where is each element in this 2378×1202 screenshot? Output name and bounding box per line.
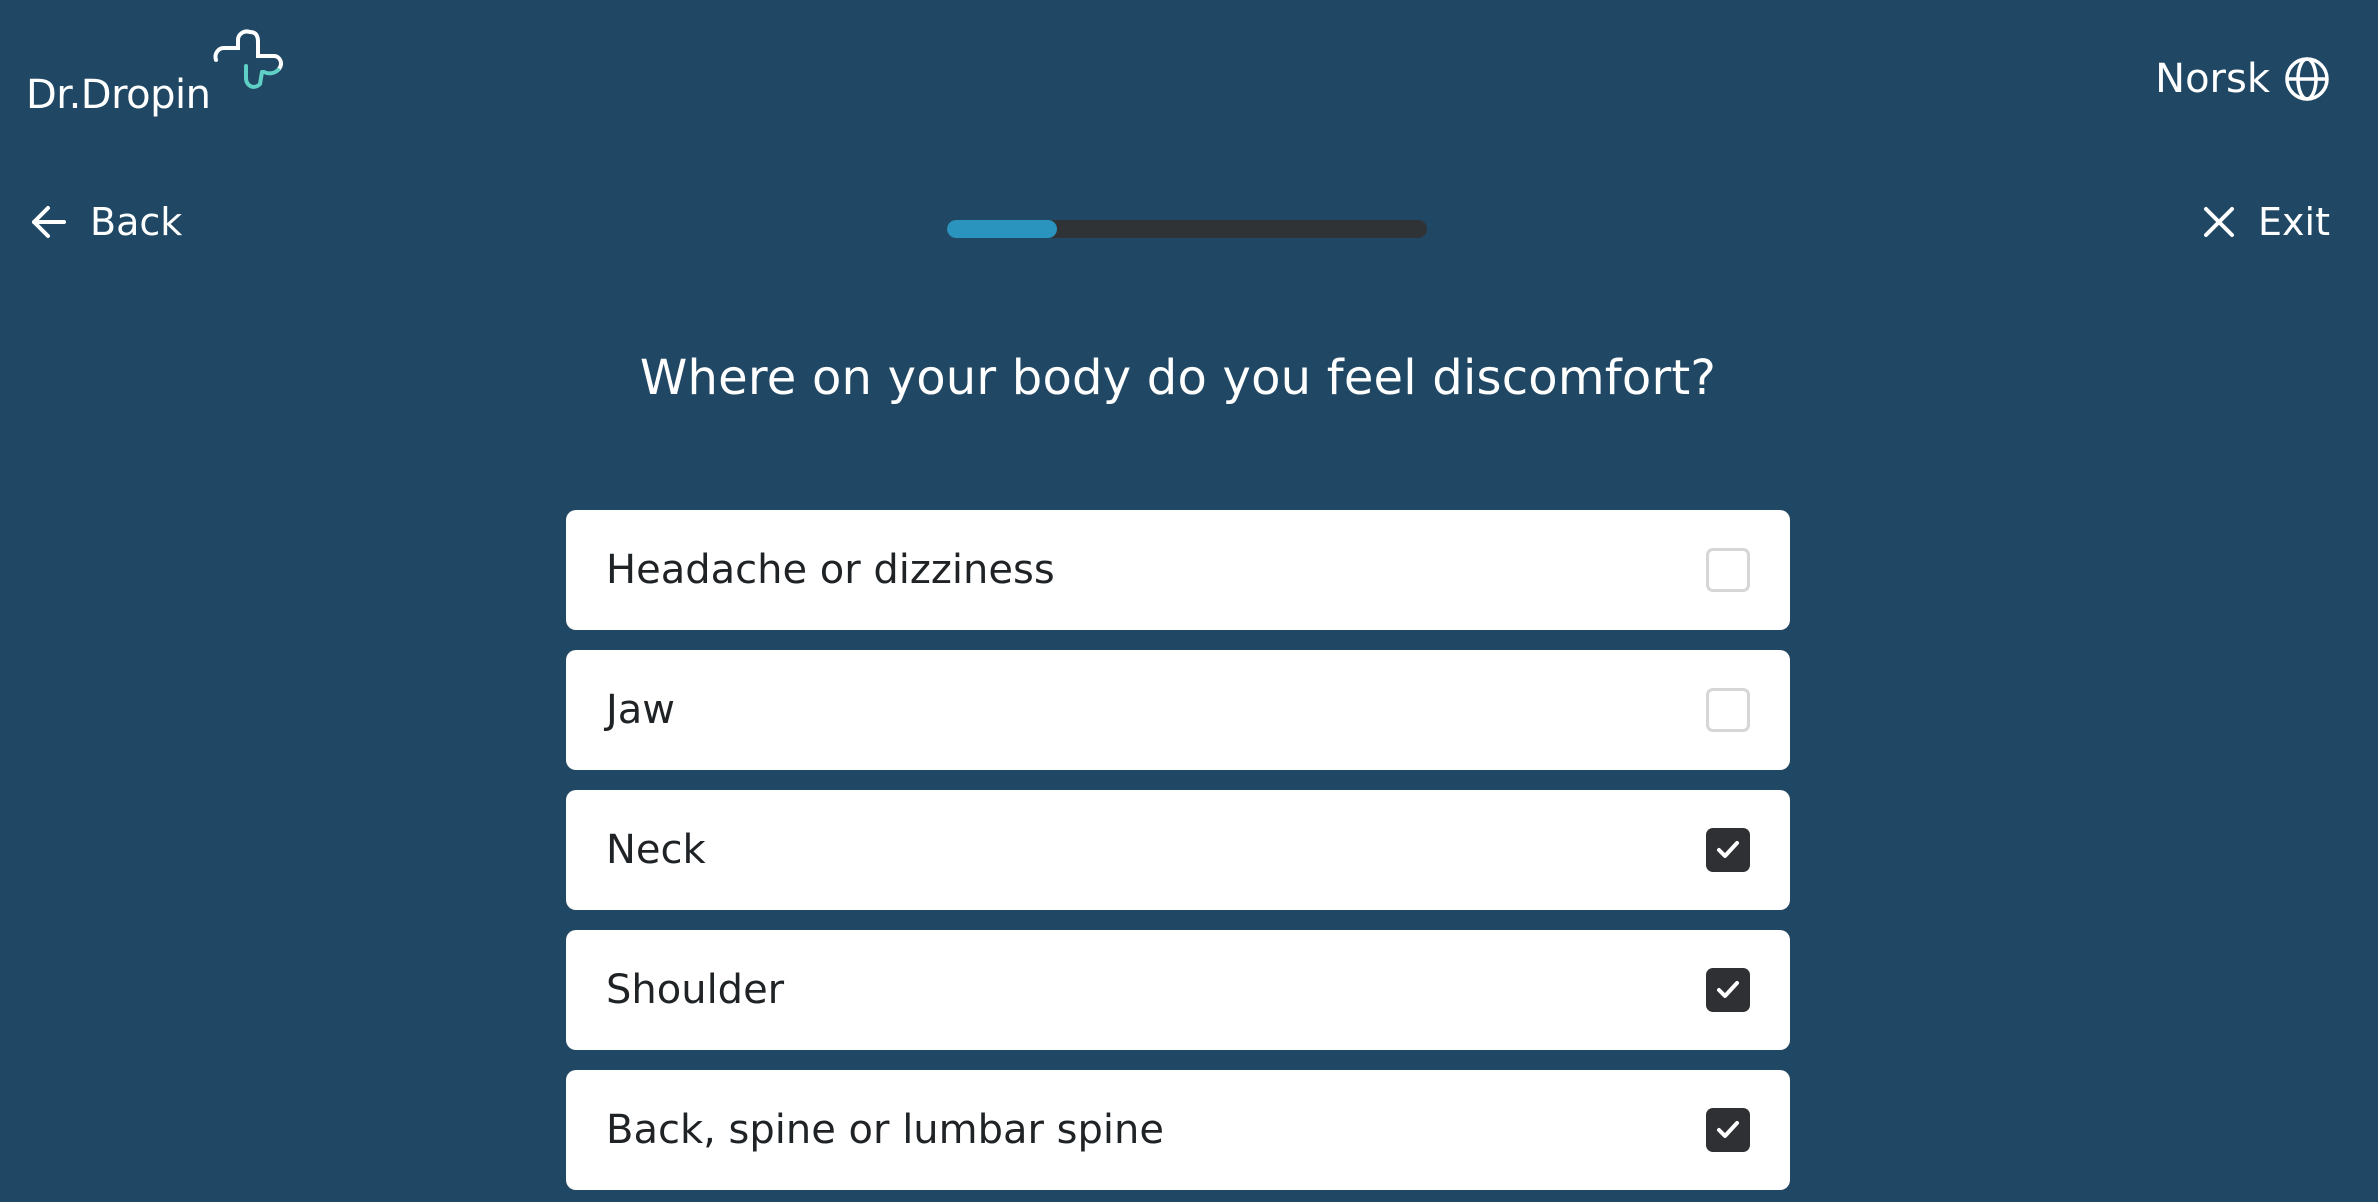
checkbox[interactable] [1706, 1108, 1750, 1152]
option-shoulder[interactable]: Shoulder [566, 930, 1790, 1050]
option-neck[interactable]: Neck [566, 790, 1790, 910]
exit-button[interactable]: Exit [2202, 200, 2330, 244]
option-label: Neck [606, 827, 706, 873]
checkmark-icon [1717, 1121, 1739, 1138]
page: Dr.Dropin Norsk Back Exit Where on your … [0, 0, 2378, 1202]
checkbox[interactable] [1706, 828, 1750, 872]
globe-icon [2285, 57, 2329, 101]
close-icon [2204, 207, 2235, 237]
question-title: Where on your body do you feel discomfor… [639, 350, 1717, 406]
checkbox[interactable] [1706, 548, 1750, 592]
language-label: Norsk [2155, 56, 2270, 102]
option-label: Jaw [606, 687, 676, 733]
checkbox[interactable] [1706, 688, 1750, 732]
option-label: Headache or dizziness [606, 547, 1055, 593]
checkmark-icon [1717, 841, 1739, 858]
arrow-left-icon [32, 206, 66, 238]
progress-bar-fill [947, 220, 1058, 238]
checkmark-icon [1717, 981, 1739, 998]
brand-logo[interactable]: Dr.Dropin [24, 26, 283, 126]
cross-logo-icon [213, 29, 283, 89]
exit-label: Exit [2258, 200, 2330, 244]
option-jaw[interactable]: Jaw [566, 650, 1790, 770]
checkbox[interactable] [1706, 968, 1750, 1012]
brand-name: Dr.Dropin [26, 72, 211, 118]
back-button[interactable]: Back [30, 200, 182, 244]
progress-bar [947, 220, 1427, 238]
options-list: Headache or dizziness Jaw Neck Shoulder … [566, 510, 1790, 1202]
option-back-spine-or-lumbar-spine[interactable]: Back, spine or lumbar spine [566, 1070, 1790, 1190]
option-label: Shoulder [606, 967, 785, 1013]
language-selector[interactable]: Norsk [2155, 56, 2330, 102]
option-label: Back, spine or lumbar spine [606, 1107, 1164, 1153]
back-label: Back [90, 200, 183, 244]
option-headache-or-dizziness[interactable]: Headache or dizziness [566, 510, 1790, 630]
